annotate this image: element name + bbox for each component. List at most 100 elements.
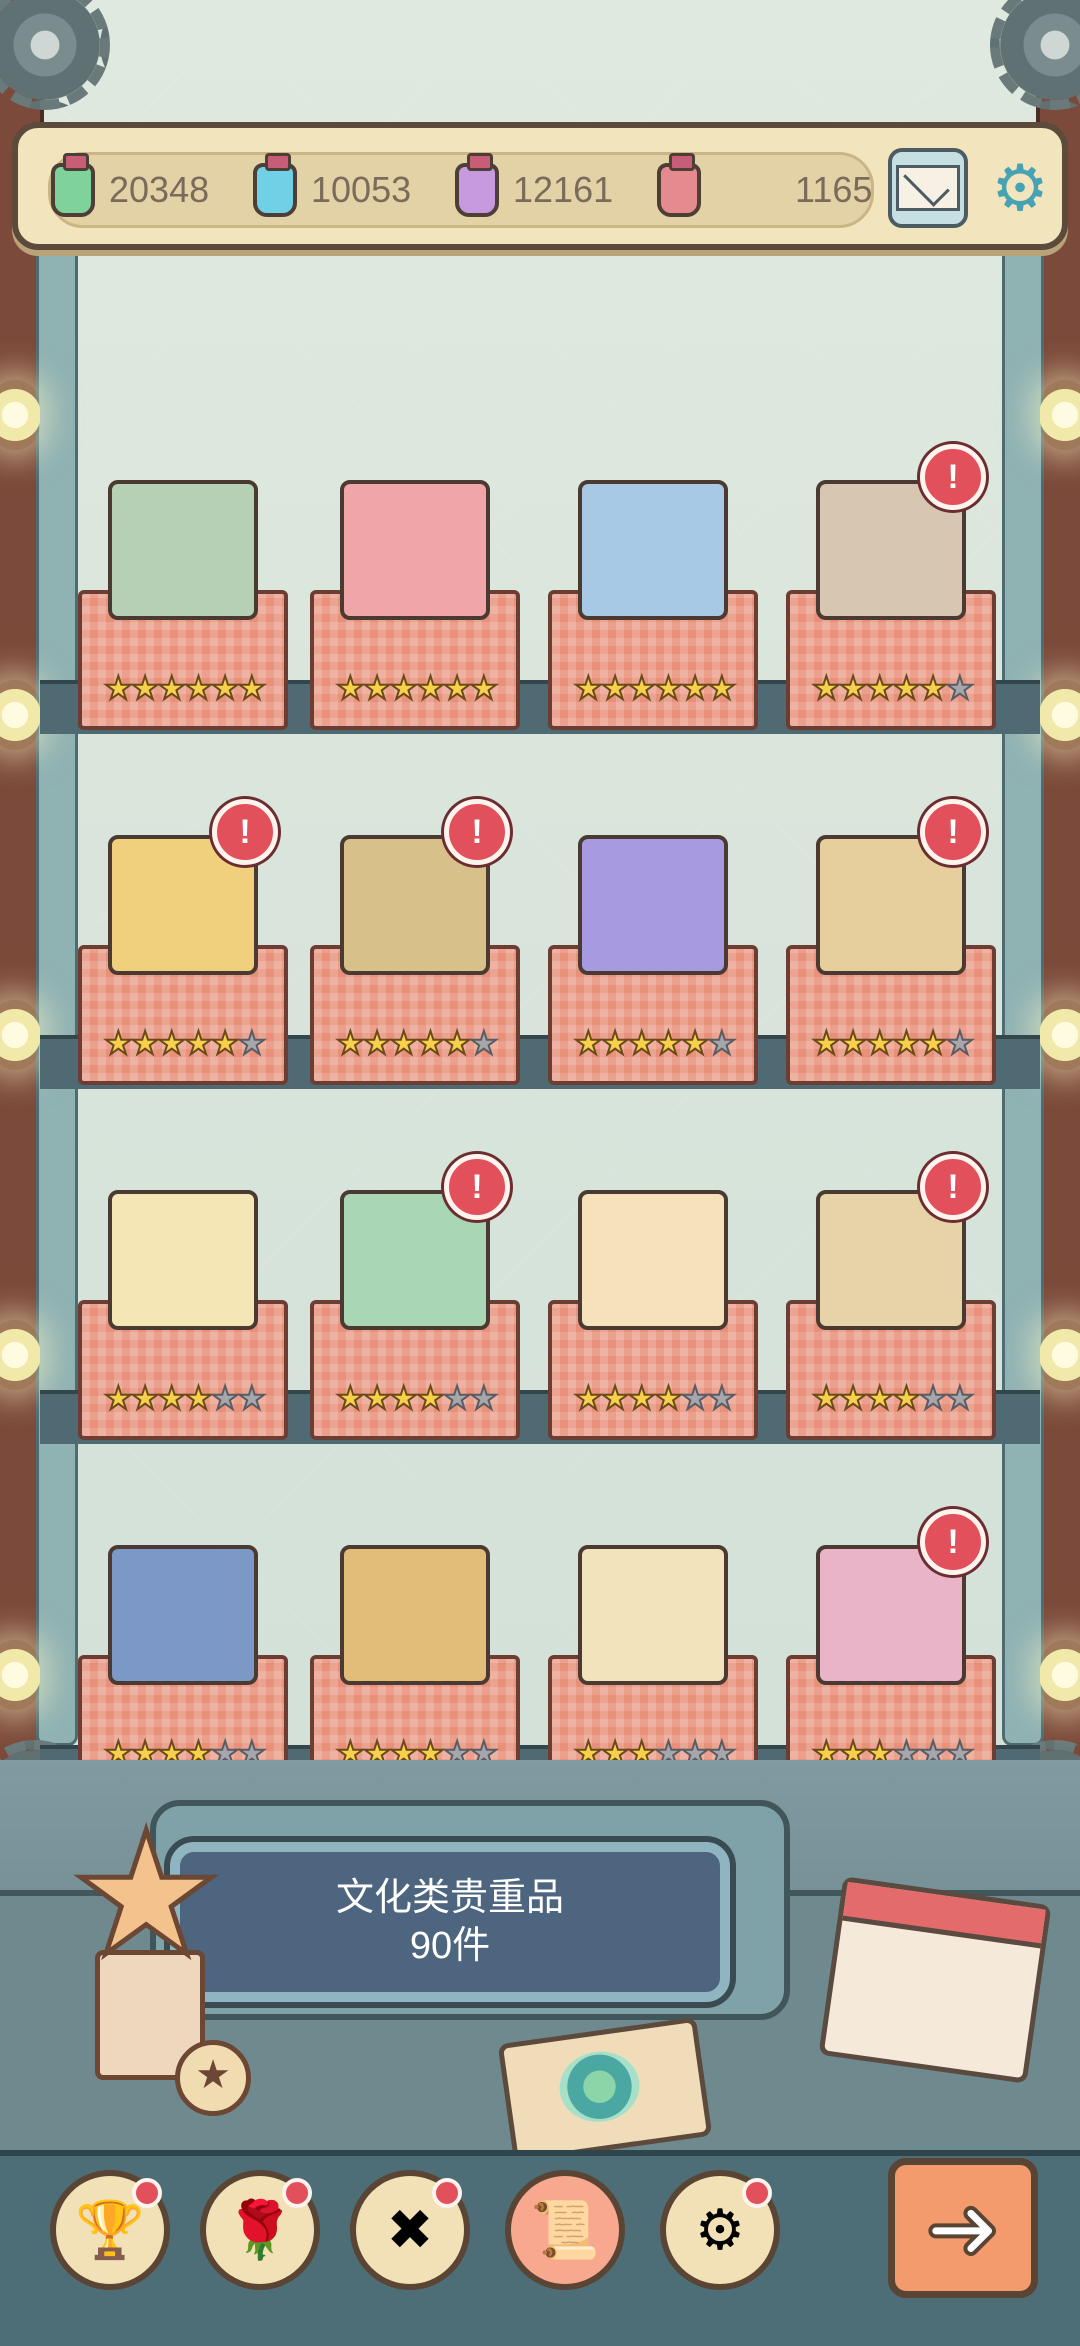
- stone-tablet-icon[interactable]: !: [816, 799, 986, 975]
- pieta-sculpture-icon[interactable]: !: [816, 444, 986, 620]
- jade-sculpture-icon[interactable]: !: [340, 1154, 510, 1330]
- golden-illustrated-book-icon[interactable]: !: [108, 799, 278, 975]
- alert-badge-icon: !: [444, 799, 510, 865]
- star-filled-icon: ★: [415, 1380, 446, 1416]
- star-filled-icon: ★: [653, 1380, 684, 1416]
- star-filled-icon: ★: [442, 670, 473, 706]
- lamp-icon: [1040, 680, 1080, 750]
- mail-button[interactable]: [888, 148, 968, 228]
- collection-slot[interactable]: ★★★★★★: [78, 350, 288, 730]
- star-rating: ★★★★★★: [103, 670, 267, 706]
- resource-red: 1165: [657, 153, 873, 225]
- alert-badge-icon: !: [920, 1509, 986, 1575]
- mail-icon: [896, 165, 960, 211]
- portrait-book-icon[interactable]: [108, 480, 258, 620]
- next-arrow-button[interactable]: ➜: [888, 2158, 1038, 2298]
- lamp-icon: [0, 1320, 40, 1390]
- chinese-painting-book-icon[interactable]: [578, 1545, 728, 1685]
- star-empty-icon: ★: [442, 1380, 473, 1416]
- collection-slot[interactable]: ★★★★★★: [310, 350, 520, 730]
- notification-dot: [132, 2178, 162, 2208]
- settings-button[interactable]: ⚙: [980, 148, 1060, 228]
- old-man-portrait-book-icon[interactable]: [340, 480, 490, 620]
- resource-blue: 10053: [253, 153, 411, 225]
- star-filled-icon: ★: [156, 1025, 187, 1061]
- star-rating: ★★★★★★: [335, 1025, 499, 1061]
- star-filled-icon: ★: [626, 1025, 657, 1061]
- collection-slot[interactable]: ★★★★★★!: [786, 1415, 996, 1795]
- resource-purple: 12161: [455, 153, 613, 225]
- star-rating: ★★★★★★: [811, 1025, 975, 1061]
- star-empty-icon: ★: [680, 1380, 711, 1416]
- alert-badge-icon: !: [920, 444, 986, 510]
- collection-slot[interactable]: ★★★★★★: [548, 350, 758, 730]
- star-filled-icon: ★: [838, 670, 869, 706]
- star-empty-icon: ★: [944, 1380, 975, 1416]
- parchment-scroll-icon[interactable]: [108, 1190, 258, 1330]
- star-trophy-icon[interactable]: ★: [68, 1808, 225, 1983]
- settings-gear-icon: ⚙: [991, 151, 1049, 224]
- collection-slot[interactable]: ★★★★★★: [78, 1060, 288, 1440]
- collection-plaque: 文化类贵重品 90件: [170, 1842, 730, 2002]
- nav-trophy-button[interactable]: 🏆: [50, 2170, 170, 2290]
- alert-badge-icon: !: [920, 799, 986, 865]
- cuneiform-tablet-icon[interactable]: !: [816, 1154, 986, 1330]
- purple-city-book-icon[interactable]: [578, 835, 728, 975]
- collection-slot[interactable]: ★★★★★★!: [78, 705, 288, 1085]
- nav-scroll-quill-button[interactable]: 📜: [505, 2170, 625, 2290]
- collection-slot[interactable]: ★★★★★★: [548, 705, 758, 1085]
- lamp-icon: [0, 680, 40, 750]
- nav-rose-button[interactable]: 🌹: [200, 2170, 320, 2290]
- star-filled-icon: ★: [626, 670, 657, 706]
- star-empty-icon: ★: [236, 1380, 267, 1416]
- collection-slot[interactable]: ★★★★★★!: [786, 705, 996, 1085]
- resource-value: 1165: [795, 169, 873, 210]
- nav-tools-button[interactable]: ✖: [350, 2170, 470, 2290]
- calendar-icon[interactable]: [818, 1876, 1052, 2084]
- purple-ink-jar-icon: [455, 153, 499, 217]
- star-filled-icon: ★: [680, 1025, 711, 1061]
- star-filled-icon: ★: [811, 1025, 842, 1061]
- star-filled-icon: ★: [183, 1380, 214, 1416]
- blue-classic-book-icon[interactable]: [108, 1545, 258, 1685]
- star-filled-icon: ★: [156, 1380, 187, 1416]
- star-filled-icon: ★: [864, 670, 895, 706]
- star-filled-icon: ★: [236, 670, 267, 706]
- star-filled-icon: ★: [388, 670, 419, 706]
- collection-slot[interactable]: ★★★★★★!: [786, 1060, 996, 1440]
- notification-dot: [282, 2178, 312, 2208]
- star-filled-icon: ★: [680, 670, 711, 706]
- notification-dot: [742, 2178, 772, 2208]
- star-empty-icon: ★: [944, 670, 975, 706]
- star-filled-icon: ★: [706, 670, 737, 706]
- nav-gear-button[interactable]: ⚙: [660, 2170, 780, 2290]
- ornate-pink-book-icon[interactable]: !: [816, 1509, 986, 1685]
- oracle-bone-shell-icon[interactable]: [340, 1545, 490, 1685]
- lamp-icon: [1040, 1320, 1080, 1390]
- collection-slot[interactable]: ★★★★★★: [548, 1415, 758, 1795]
- alert-badge-icon: !: [444, 1154, 510, 1220]
- star-filled-icon: ★: [838, 1380, 869, 1416]
- star-empty-icon: ★: [236, 1025, 267, 1061]
- star-filled-icon: ★: [653, 670, 684, 706]
- star-filled-icon: ★: [573, 1380, 604, 1416]
- alert-badge-icon: !: [920, 1154, 986, 1220]
- bronze-bell-icon[interactable]: !: [340, 799, 510, 975]
- collection-slot[interactable]: ★★★★★★: [310, 1415, 520, 1795]
- star-filled-icon: ★: [600, 1380, 631, 1416]
- star-filled-icon: ★: [183, 1025, 214, 1061]
- collection-slot[interactable]: ★★★★★★!: [310, 705, 520, 1085]
- painting-scroll-icon[interactable]: [578, 1190, 728, 1330]
- star-filled-icon: ★: [362, 1025, 393, 1061]
- collection-slot[interactable]: ★★★★★★: [548, 1060, 758, 1440]
- star-rating: ★★★★★★: [573, 1380, 737, 1416]
- lamp-icon: [1040, 1640, 1080, 1710]
- collection-slot[interactable]: ★★★★★★: [78, 1415, 288, 1795]
- collection-slot[interactable]: ★★★★★★!: [310, 1060, 520, 1440]
- star-filled-icon: ★: [838, 1025, 869, 1061]
- coin-icon[interactable]: ★: [175, 2040, 251, 2116]
- lady-scroll-book-icon[interactable]: [578, 480, 728, 620]
- collection-slot[interactable]: ★★★★★★!: [786, 350, 996, 730]
- lamp-icon: [0, 1640, 40, 1710]
- star-rating: ★★★★★★: [811, 1380, 975, 1416]
